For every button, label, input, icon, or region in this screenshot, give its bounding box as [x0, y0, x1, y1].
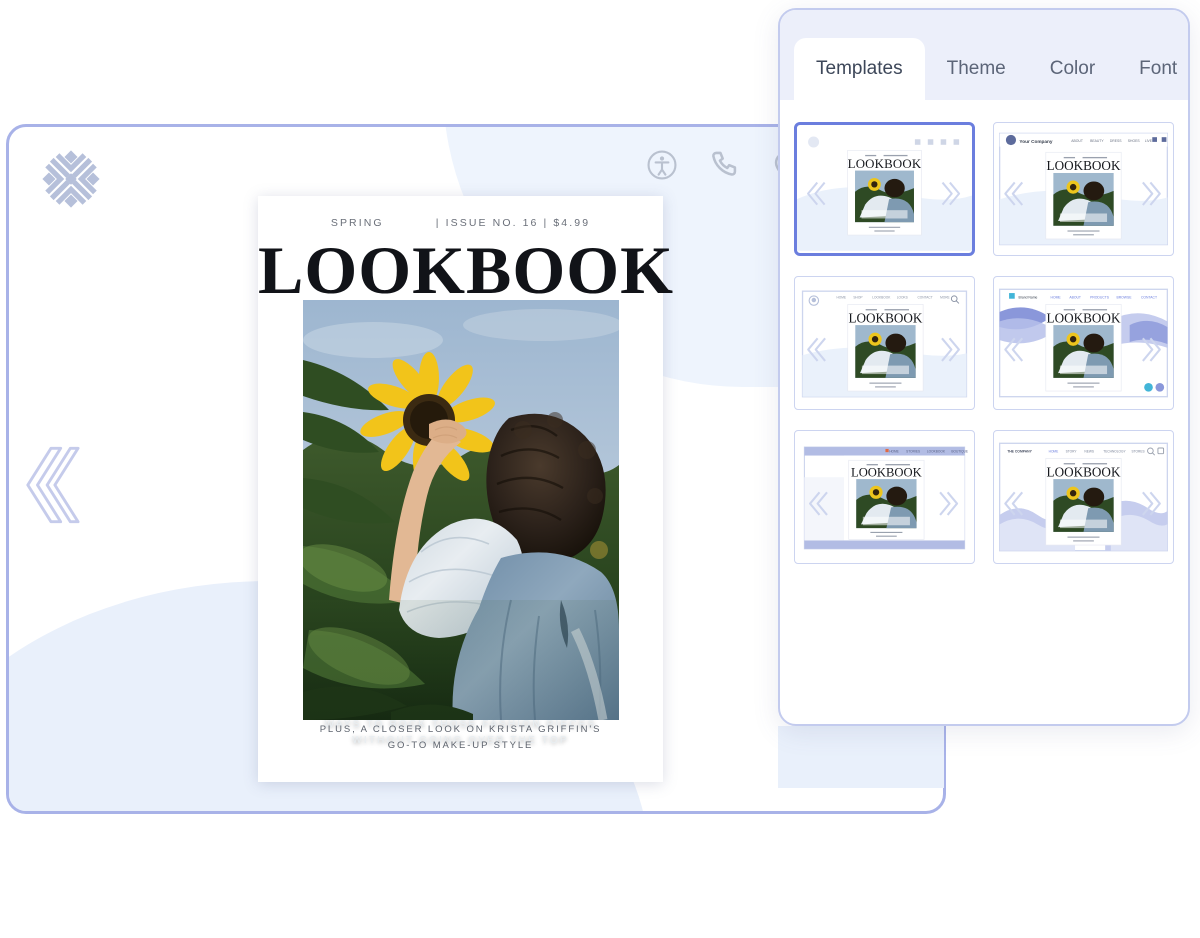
svg-text:LOOKBOOK: LOOKBOOK	[872, 296, 891, 300]
cover-photo	[303, 300, 619, 720]
panel-drop-shadow	[778, 726, 944, 788]
tab-templates[interactable]: Templates	[794, 38, 925, 100]
cover-issue: | ISSUE NO. 16 | $4.99	[436, 217, 590, 229]
svg-text:LOOKBOOK: LOOKBOOK	[1047, 310, 1121, 325]
svg-text:LOOKBOOK: LOOKBOOK	[1047, 464, 1121, 479]
svg-text:LOOKS: LOOKS	[897, 296, 908, 300]
svg-text:PRODUCTS: PRODUCTS	[1090, 296, 1110, 300]
svg-text:LOOKBOOK: LOOKBOOK	[848, 157, 922, 171]
svg-text:BROWSE: BROWSE	[1116, 296, 1132, 300]
magazine-cover-page[interactable]: SPRING | ISSUE NO. 16 | $4.99	[258, 196, 663, 782]
template-card-3[interactable]: HOME SHOP LOOKBOOK LOOKS CONTACT MORE LOOKBOO…	[794, 276, 975, 410]
svg-text:BOUTIQUE: BOUTIQUE	[951, 450, 968, 454]
cover-title: LOOKBOOK	[258, 236, 663, 304]
svg-text:BEAUTY: BEAUTY	[1090, 139, 1104, 143]
templates-panel: Templates Theme Color Font LOO	[778, 8, 1190, 726]
phone-icon[interactable]	[707, 148, 741, 182]
svg-text:STORES: STORES	[1132, 450, 1145, 454]
svg-text:SHOES: SHOES	[1128, 139, 1141, 143]
svg-text:STORIES: STORIES	[906, 450, 920, 454]
panel-tab-strip: Templates Theme Color Font	[780, 10, 1188, 100]
svg-text:HOME: HOME	[1051, 296, 1062, 300]
svg-text:LOOKBOOK: LOOKBOOK	[1047, 158, 1121, 173]
template-card-1[interactable]: LOOKBOOK	[794, 122, 975, 256]
svg-text:LOOKBOOK: LOOKBOOK	[851, 465, 922, 479]
tab-color[interactable]: Color	[1028, 38, 1117, 100]
svg-text:TECHNOLOGY: TECHNOLOGY	[1103, 450, 1126, 454]
cover-footer: PLUS, A CLOSER LOOK ON KRISTA GRIFFIN'S …	[258, 722, 663, 754]
svg-text:LIVE: LIVE	[1145, 139, 1153, 143]
svg-text:Your Company: Your Company	[1019, 139, 1052, 144]
svg-text:HOME: HOME	[836, 296, 846, 300]
svg-text:LOOKBOOK: LOOKBOOK	[848, 310, 922, 325]
svg-text:SHOP: SHOP	[853, 296, 862, 300]
svg-text:HOME: HOME	[889, 450, 899, 454]
accessibility-icon[interactable]	[645, 148, 679, 182]
brand-logo-icon	[42, 150, 100, 208]
tab-font[interactable]: Font	[1117, 38, 1190, 100]
template-grid: LOOKBOOK Your Company	[780, 100, 1188, 564]
template-card-4[interactable]: Brand Name HOME ABOUT PRODUCTS BROWSE CONTAC…	[993, 276, 1174, 410]
tab-theme[interactable]: Theme	[925, 38, 1028, 100]
svg-text:CONTACT: CONTACT	[1141, 296, 1157, 300]
svg-text:ABOUT: ABOUT	[1069, 296, 1081, 300]
cover-footer-line1: PLUS, A CLOSER LOOK ON KRISTA GRIFFIN'S	[258, 722, 663, 738]
svg-text:ABOUT: ABOUT	[1071, 139, 1083, 143]
cover-season: SPRING	[331, 217, 384, 229]
template-card-2[interactable]: Your Company ABOUT BEAUTY DRESS SHOES LIVE L…	[993, 122, 1174, 256]
svg-text:STORY: STORY	[1066, 450, 1078, 454]
svg-text:THE COMPANY: THE COMPANY	[1007, 450, 1032, 454]
cover-footer-line2: GO-TO MAKE-UP STYLE	[258, 738, 663, 754]
svg-text:CONTACT: CONTACT	[917, 296, 932, 300]
template-card-6[interactable]: THE COMPANY HOME STORY NEWS TECHNOLOGY S…	[993, 430, 1174, 564]
svg-text:HOME: HOME	[1049, 450, 1059, 454]
svg-text:MORE: MORE	[940, 296, 950, 300]
cover-meta-line: SPRING | ISSUE NO. 16 | $4.99	[258, 217, 663, 229]
svg-text:NEWS: NEWS	[1084, 450, 1094, 454]
template-card-5[interactable]: HOME STORIES LOOKBOOK BOUTIQUE LOOKBOOK	[794, 430, 975, 564]
svg-text:LOOKBOOK: LOOKBOOK	[927, 450, 946, 454]
previous-page-arrow[interactable]	[22, 443, 80, 527]
svg-text:Brand Name: Brand Name	[1018, 296, 1037, 300]
svg-text:DRESS: DRESS	[1110, 139, 1122, 143]
